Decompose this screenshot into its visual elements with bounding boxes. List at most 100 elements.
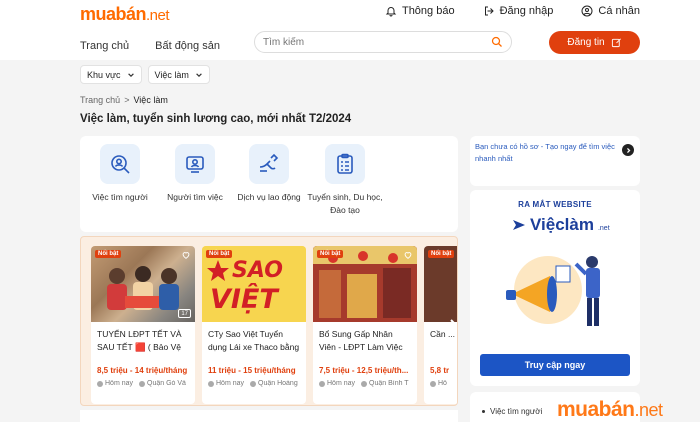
photo-count-badge: 17 (178, 309, 191, 318)
job-title: TUYỂN LĐPT TẾT VÀ SAU TẾT 🟥 ( Bảo Vệ ... (97, 329, 182, 356)
logo-suffix: .net (146, 7, 170, 24)
filter-region-label: Khu vực (87, 69, 121, 80)
login-link[interactable]: Đăng nhập (483, 5, 554, 17)
clipboard-icon (337, 153, 353, 174)
user-icon (581, 5, 593, 17)
logo-main: muabán (80, 4, 147, 24)
filter-category[interactable]: Việc làm (147, 65, 210, 84)
filter-region[interactable]: Khu vực (80, 65, 142, 84)
category-icon-wrap (175, 144, 215, 184)
location-icon (250, 380, 257, 387)
post-listing-label: Đăng tin (567, 37, 605, 48)
search-input[interactable] (263, 36, 491, 48)
login-icon (484, 6, 494, 16)
megaphone-illustration (506, 256, 600, 326)
profile-prompt-text: Bạn chưa có hồ sơ - Tạo ngay để tìm việc… (475, 142, 615, 163)
visit-now-button[interactable]: Truy cập ngay (480, 354, 630, 376)
job-time: Hôm nay (105, 380, 134, 387)
sidebar-item-job-posting[interactable]: Việc tìm người (482, 407, 542, 416)
job-salary: 11 triệu - 15 triệu/tháng (208, 366, 296, 375)
muaban-watermark: muabán.net (557, 398, 663, 422)
job-time: Hôm nay (327, 380, 356, 387)
watermark-suffix: .net (634, 400, 664, 420)
clock-icon (430, 380, 436, 387)
site-logo[interactable]: muabán.net (80, 4, 170, 25)
job-photo: Nổi bật (313, 246, 417, 322)
job-salary: 5,8 tr (430, 366, 450, 375)
category-label: Người tìm việc (167, 192, 223, 202)
featured-job-card[interactable]: SAO VIỆT Nổi bật CTy Sao Việt Tuyển dụng… (202, 246, 306, 404)
content-continuation (80, 410, 458, 422)
heart-icon[interactable] (403, 250, 413, 260)
job-location: Quận Bình T (369, 380, 409, 387)
category-job-seeker[interactable]: Người tìm việc (155, 144, 235, 204)
category-icon-wrap (249, 144, 289, 184)
logo-word-bottom: VIỆT (210, 284, 278, 315)
chevron-right-icon (626, 147, 630, 153)
notifications-label: Thông báo (401, 5, 455, 17)
banner-launch-text: RA MẮT WEBSITE (518, 200, 592, 209)
job-location: Quận Gò Vấ (147, 380, 186, 387)
clock-icon (208, 380, 214, 387)
job-meta: Hôm nay Quận Bình T (319, 380, 411, 387)
location-icon (139, 380, 146, 387)
chevron-down-icon (196, 72, 202, 77)
watermark-main: muabán (557, 398, 635, 421)
category-education[interactable]: Tuyển sinh, Du học, Đào tạo (305, 144, 385, 217)
site-header: muabán.net Thông báo Đăng nhập Cá nhân T… (0, 0, 700, 60)
featured-badge: Nổi bật (206, 250, 233, 258)
job-time: Hôm nay (216, 380, 245, 387)
login-label: Đăng nhập (499, 5, 554, 17)
account-label: Cá nhân (598, 5, 640, 17)
account-link[interactable]: Cá nhân (581, 5, 640, 17)
clock-icon (319, 380, 325, 387)
edit-icon (611, 38, 621, 48)
job-time: Hô (438, 380, 447, 387)
profile-prompt-button[interactable] (622, 144, 634, 156)
vieclam-banner: RA MẮT WEBSITE Việclàm .net Truy cập nga… (470, 190, 640, 386)
banner-brand: Việclàm .net (512, 215, 610, 235)
category-label: Dịch vụ lao động (237, 192, 301, 202)
job-meta: Hô (430, 380, 457, 387)
featured-badge: Nổi bật (428, 250, 455, 258)
breadcrumb: Trang chủ > Việc làm (80, 95, 168, 105)
featured-badge: Nổi bật (95, 250, 122, 258)
job-salary: 7,5 triệu - 12,5 triệu/th... (319, 366, 409, 375)
category-icon-wrap (325, 144, 365, 184)
featured-jobs-carousel: Nổi bật 17 TUYỂN LĐPT TẾT VÀ SAU TẾT 🟥 (… (80, 236, 458, 406)
job-photo: Nổi bật (424, 246, 457, 322)
job-title: CTy Sao Việt Tuyển dụng Lái xe Thaco bằn… (208, 329, 300, 356)
job-photo: SAO VIỆT Nổi bật (202, 246, 306, 322)
featured-job-card[interactable]: Nổi bật Bổ Sung Gấp Nhân Viên - LĐPT Làm… (313, 246, 417, 404)
post-listing-button[interactable]: Đăng tin (549, 31, 640, 54)
nav-item-real-estate[interactable]: Bất động sản (155, 40, 220, 52)
chevron-down-icon (127, 72, 134, 77)
search-icon[interactable] (491, 36, 503, 48)
bullet-dot (482, 410, 485, 413)
heart-icon[interactable] (181, 250, 191, 260)
category-card: Việc tìm người Người tìm việc Dịch vụ la… (80, 136, 458, 232)
handshake-icon (259, 153, 279, 172)
job-meta: Hôm nay Quận Hoàng (208, 380, 300, 387)
category-label: Việc tìm người (92, 192, 148, 202)
carousel-next-icon[interactable] (447, 317, 458, 333)
filter-category-label: Việc làm (154, 69, 189, 80)
category-labor-service[interactable]: Dịch vụ lao động (229, 144, 309, 204)
notifications-link[interactable]: Thông báo (385, 5, 455, 17)
banner-brand-name: Việclàm (530, 215, 594, 234)
job-seeker-icon (111, 155, 130, 174)
logo-word-top: SAO (232, 258, 283, 283)
job-location: Quận Hoàng (258, 380, 298, 387)
filter-bar: Khu vực Việc làm (80, 65, 210, 84)
nav-item-home[interactable]: Trang chủ (80, 40, 129, 52)
category-job-posting[interactable]: Việc tìm người (80, 144, 160, 204)
search-person-icon (186, 156, 204, 173)
featured-job-card[interactable]: Nổi bật 17 TUYỂN LĐPT TẾT VÀ SAU TẾT 🟥 (… (91, 246, 195, 404)
category-label: Tuyển sinh, Du học, Đào tạo (307, 192, 383, 215)
banner-brand-suffix: .net (597, 224, 610, 232)
profile-prompt-card[interactable]: Bạn chưa có hồ sơ - Tạo ngay để tìm việc… (470, 136, 640, 186)
brand-arrow-icon (513, 220, 525, 230)
breadcrumb-home[interactable]: Trang chủ (80, 95, 120, 105)
page-title: Việc làm, tuyển sinh lương cao, mới nhất… (80, 113, 352, 125)
search-box (254, 31, 512, 53)
